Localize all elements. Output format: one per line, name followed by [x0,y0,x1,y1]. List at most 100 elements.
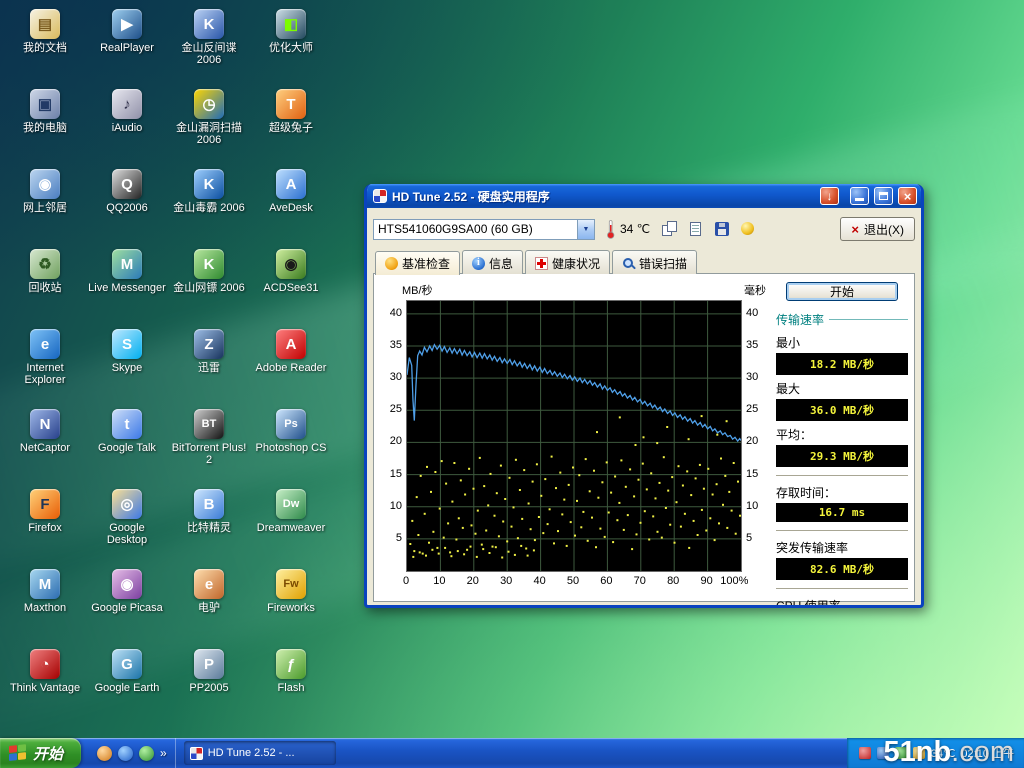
desktop-icon-flash[interactable]: ƒ Flash [250,644,332,724]
desktop-icon-kingsoft-firewall[interactable]: K 金山网镖 2006 [168,244,250,324]
options-icon[interactable] [738,220,758,238]
desktop-icon-think-vantage[interactable]: ◔ Think Vantage [4,644,86,724]
desktop-icon-label: Google Earth [95,682,160,694]
desktop-icon-label: Flash [278,682,305,694]
desktop-icon-kingsoft-scan[interactable]: ◷ 金山漏洞扫描 2006 [168,84,250,164]
dropdown-arrow-icon[interactable]: ▼ [577,220,594,239]
desktop-icon-live-messenger[interactable]: M Live Messenger [86,244,168,324]
avedesk-icon: A [276,169,306,199]
start-benchmark-button[interactable]: 开始 [786,282,898,301]
desktop-icon-google-talk[interactable]: t Google Talk [86,404,168,484]
kingsoft-antivirus-icon: K [194,169,224,199]
desktop-icon-emule[interactable]: e 电驴 [168,564,250,644]
copy-screenshot-icon[interactable] [660,220,680,238]
taskbar-clock: 02:10 上午 [961,745,1014,761]
quick-launch-icon-1[interactable] [97,746,112,761]
y-tick: 35 [746,339,758,351]
desktop-icon-google-earth[interactable]: G Google Earth [86,644,168,724]
desktop-icon-label: Fireworks [267,602,315,614]
tab-health[interactable]: 健康状况 [525,250,610,274]
start-button[interactable]: 开始 [0,738,81,768]
desktop-icon-recycle-bin[interactable]: ♻ 回收站 [4,244,86,324]
x-tick: 70 [634,575,646,587]
desktop-icon-kingsoft-antispy[interactable]: K 金山反间谍 2006 [168,4,250,84]
desktop-icon-network-places[interactable]: ◉ 网上邻居 [4,164,86,244]
desktop-icon-netcaptor[interactable]: N NetCaptor [4,404,86,484]
google-talk-icon: t [112,409,142,439]
desktop-icon-adobe-reader[interactable]: A Adobe Reader [250,324,332,404]
save-icon[interactable] [712,220,732,238]
desktop-icon-wopti[interactable]: ◧ 优化大师 [250,4,332,84]
desktop-icon-super-rabbit[interactable]: T 超级兔子 [250,84,332,164]
desktop-icon-google-picasa[interactable]: ◉ Google Picasa [86,564,168,644]
tray-icon-2[interactable] [877,747,889,759]
thunder-icon: Z [194,329,224,359]
maximize-button[interactable] [874,187,893,205]
tab-info[interactable]: 信息 [462,250,523,274]
cpu-usage-label: CPU 使用率 [776,597,908,608]
avg-label: 平均： [776,426,908,443]
desktop-icon-label: NetCaptor [20,442,70,454]
x-tick: 80 [667,575,679,587]
desktop-icon-dreamweaver[interactable]: Dw Dreamweaver [250,484,332,564]
y-tick: 10 [390,500,402,512]
tab-benchmark[interactable]: 基准检查 [375,251,460,275]
exit-button[interactable]: × 退出(X) [840,217,915,241]
bittorrent-plus-icon: BT [194,409,224,439]
my-computer-icon: ▣ [30,89,60,119]
tray-icon-1[interactable] [859,747,871,759]
desktop-icon-label: Think Vantage [10,682,80,694]
netcaptor-icon: N [30,409,60,439]
desktop-icon-thunder[interactable]: Z 迅雷 [168,324,250,404]
desktop-icon-label: 网上邻居 [23,202,67,214]
minimize-icon [855,198,864,201]
desktop-icon-maxthon[interactable]: M Maxthon [4,564,86,644]
desktop-icon-bitspirit[interactable]: B 比特精灵 [168,484,250,564]
acdsee-icon: ◉ [276,249,306,279]
drive-temperature: 34 ℃ [605,219,650,239]
tray-icon-3[interactable] [895,747,907,759]
error-scan-icon [622,257,635,270]
quick-launch-icon-3[interactable] [139,746,154,761]
quick-launch: » [89,738,176,768]
y-tick: 25 [746,403,758,415]
desktop-icon-fireworks[interactable]: Fw Fireworks [250,564,332,644]
desktop-icon-avedesk[interactable]: A AveDesk [250,164,332,244]
desktop-icon-my-computer[interactable]: ▣ 我的电脑 [4,84,86,164]
kingsoft-antispy-icon: K [194,9,224,39]
tab-error-scan[interactable]: 错误扫描 [612,250,697,274]
desktop-icon-acdsee[interactable]: ◉ ACDSee31 [250,244,332,324]
desktop-icon-photoshop[interactable]: Ps Photoshop CS [250,404,332,484]
desktop-icon-google-desktop[interactable]: ◎ Google Desktop [86,484,168,564]
x-tick: 0 [403,575,409,587]
taskbar-task-hdtune[interactable]: HD Tune 2.52 - ... [184,741,336,765]
tab-label: 基准检查 [402,255,450,272]
x-axis-ticks: 0102030405060708090100% [406,574,742,591]
desktop-icon-label: 金山反间谍 2006 [170,42,248,66]
titlebar-arrow-button[interactable]: ↓ [820,187,839,205]
max-value: 36.0 MB/秒 [776,399,908,421]
copy-text-icon[interactable] [686,220,706,238]
start-label: 开始 [33,743,63,764]
desktop-icon-my-documents[interactable]: ▤ 我的文档 [4,4,86,84]
close-button[interactable]: × [898,187,917,205]
x-tick: 30 [500,575,512,587]
quick-launch-expand-icon[interactable]: » [160,746,167,760]
titlebar[interactable]: HD Tune 2.52 - 硬盘实用程序 ↓ × [367,184,921,208]
desktop-icon-bittorrent-plus[interactable]: BT BitTorrent Plus! 2 [168,404,250,484]
desktop-icon-pp2005[interactable]: P PP2005 [168,644,250,724]
desktop-icon-qq2006[interactable]: Q QQ2006 [86,164,168,244]
y-tick: 10 [746,500,758,512]
desktop-icon-iaudio[interactable]: ♪ iAudio [86,84,168,164]
desktop-icon-internet-explorer[interactable]: e Internet Explorer [4,324,86,404]
minimize-button[interactable] [850,187,869,205]
desktop-icon-firefox[interactable]: F Firefox [4,484,86,564]
desktop-icon-realplayer[interactable]: ▶ RealPlayer [86,4,168,84]
desktop-icon-kingsoft-antivirus[interactable]: K 金山毒霸 2006 [168,164,250,244]
quick-launch-icon-2[interactable] [118,746,133,761]
drive-select[interactable]: HTS541060G9SA00 (60 GB) ▼ [373,219,595,240]
tab-label: 健康状况 [552,255,600,272]
tray-icon-4[interactable] [913,747,925,759]
wopti-icon: ◧ [276,9,306,39]
desktop-icon-skype[interactable]: S Skype [86,324,168,404]
